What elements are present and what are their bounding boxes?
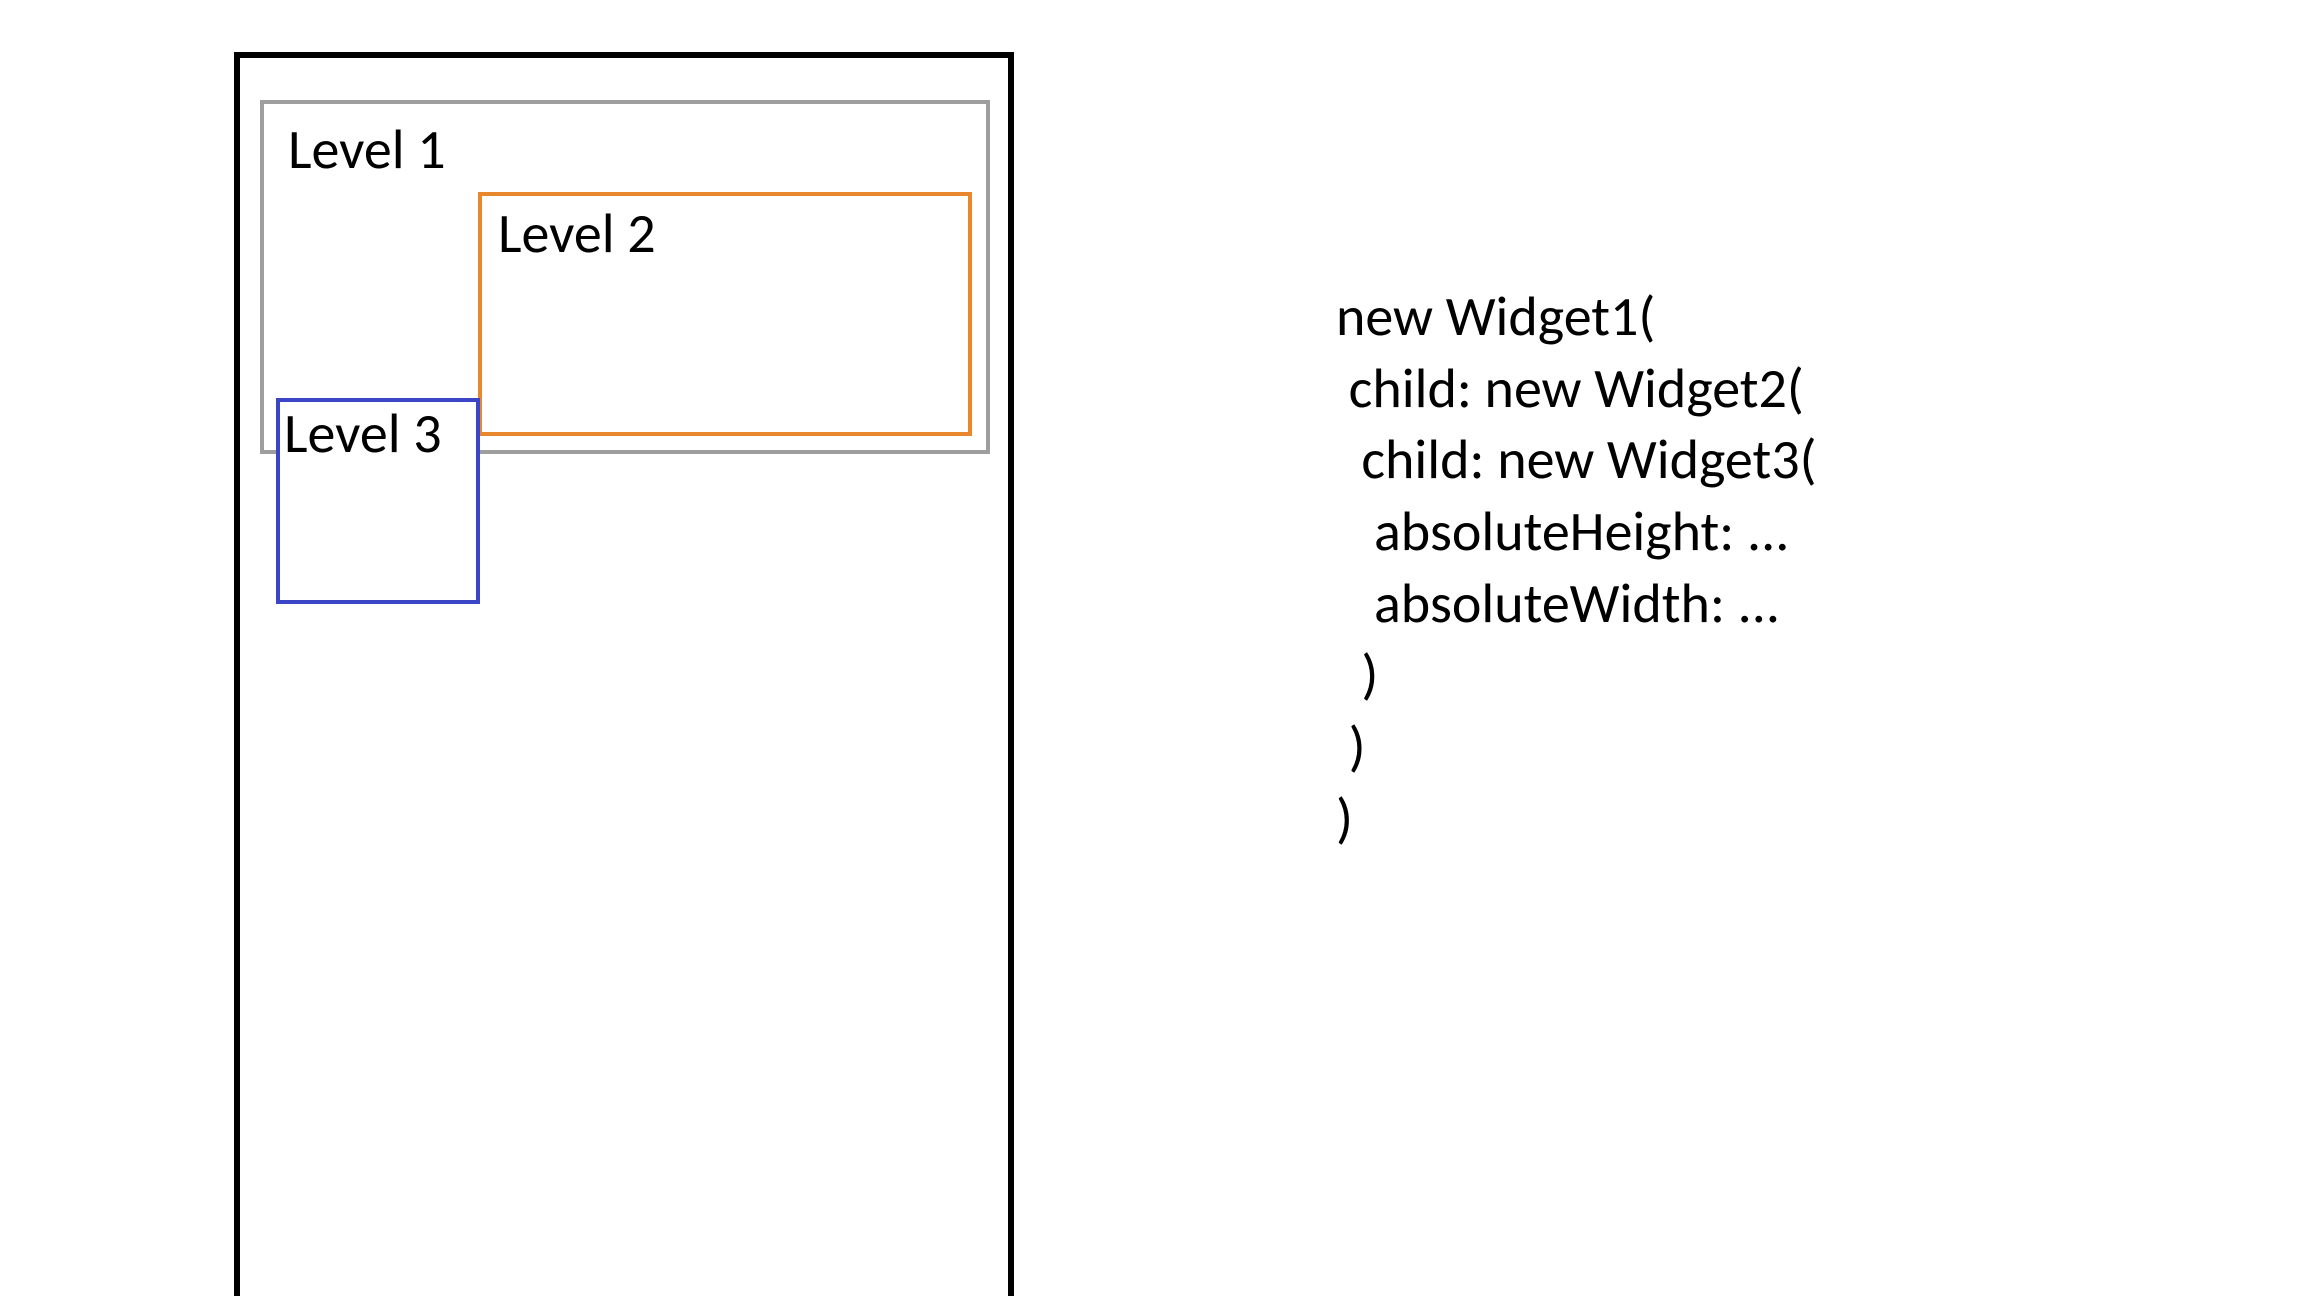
code-block: new Widget1( child: new Widget2( child: … [1336,282,1817,855]
diagram-stage: Level 1 Level 2 Level 3 new Widget1( chi… [0,0,2304,1296]
level1-label: Level 1 [288,116,446,184]
code-line: child: new Widget3( [1336,426,1817,494]
code-line: ) [1336,785,1353,853]
code-line: new Widget1( [1336,283,1655,351]
code-line: child: new Widget2( [1336,355,1804,423]
code-line: ) [1336,641,1378,709]
level2-label: Level 2 [498,200,656,268]
level3-label: Level 3 [284,400,442,468]
code-line: absoluteHeight: ... [1336,498,1789,566]
code-line: absoluteWidth: ... [1336,570,1780,638]
code-line: ) [1336,713,1366,781]
